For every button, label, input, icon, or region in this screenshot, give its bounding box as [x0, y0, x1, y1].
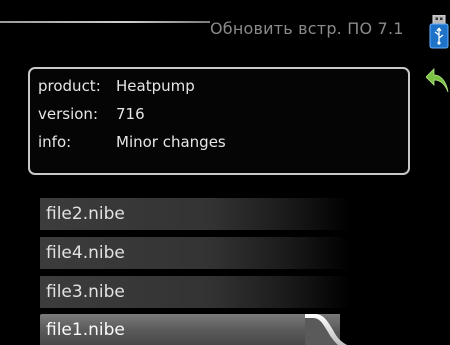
file-item[interactable]: file4.nibe [40, 237, 350, 269]
file-item[interactable]: file3.nibe [40, 276, 350, 308]
info-key: info: [38, 133, 72, 151]
usb-icon[interactable] [429, 14, 449, 49]
info-value: Minor changes [116, 133, 226, 151]
firmware-info-box: product: Heatpump version: 716 info: Minor … [28, 67, 410, 175]
info-key: version: [38, 105, 98, 123]
selection-tab-shape [305, 314, 348, 345]
info-value: 716 [116, 105, 145, 123]
info-value: Heatpump [116, 77, 195, 95]
info-row-product: product: Heatpump [38, 77, 195, 95]
header-line [0, 21, 210, 23]
info-row-version: version: 716 [38, 105, 145, 123]
info-row-info: info: Minor changes [38, 133, 226, 151]
file-list: file2.nibe file4.nibe file3.nibe file1.n… [40, 198, 360, 345]
back-arrow-icon[interactable] [425, 64, 450, 94]
file-item[interactable]: file2.nibe [40, 198, 350, 230]
page-title: Обновить встр. ПО 7.1 [210, 19, 404, 38]
info-key: product: [38, 77, 101, 95]
file-item-selected[interactable]: file1.nibe [40, 314, 340, 345]
